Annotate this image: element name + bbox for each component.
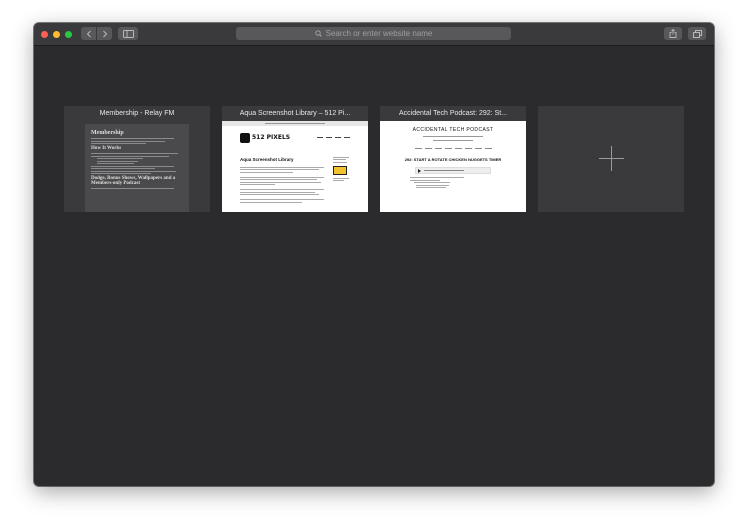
tab-preview: 512 PIXELS Aqua Screenshot Library (222, 121, 368, 212)
preview-section: How It Works (91, 146, 122, 151)
new-tab-button[interactable] (538, 106, 684, 212)
preview-section: Dodge, Bonus Shows, Wallpapers and a Mem… (91, 176, 176, 186)
search-icon (314, 30, 322, 37)
tab-overview: Membership - Relay FM Membership How It … (34, 46, 714, 486)
address-placeholder: Search or enter website name (325, 29, 433, 38)
sidebar-button[interactable] (118, 27, 138, 40)
preview-episode-title: 292: START A ROTATE CHICKEN NUGGETS TIME… (404, 157, 502, 162)
address-bar[interactable]: Search or enter website name (236, 27, 511, 40)
browser-window: Search or enter website name Membership … (34, 23, 714, 486)
forward-button[interactable] (97, 27, 112, 40)
chevron-left-icon (86, 30, 91, 37)
tab-card-atp[interactable]: Accidental Tech Podcast: 292: St... ACCI… (380, 106, 526, 212)
back-button[interactable] (81, 27, 96, 40)
tab-title: Membership - Relay FM (99, 110, 175, 117)
tab-title: Accidental Tech Podcast: 292: St... (398, 110, 508, 117)
tab-preview: Membership How It Works Dodge, Bonus Sho… (64, 121, 210, 212)
preview-site-title: ACCIDENTAL TECH PODCAST (412, 127, 494, 133)
share-button[interactable] (664, 27, 682, 40)
tab-overview-button[interactable] (688, 27, 706, 40)
chevron-right-icon (102, 30, 107, 37)
tab-preview: ACCIDENTAL TECH PODCAST 292: START A ROT… (380, 121, 526, 212)
tab-card-relay[interactable]: Membership - Relay FM Membership How It … (64, 106, 210, 212)
zoom-button[interactable] (65, 31, 72, 38)
nav-buttons (81, 27, 112, 40)
tab-title: Aqua Screenshot Library – 512 Pi... (239, 110, 351, 117)
close-button[interactable] (41, 31, 48, 38)
tab-card-512pixels[interactable]: Aqua Screenshot Library – 512 Pi... 512 … (222, 106, 368, 212)
share-icon (669, 29, 677, 38)
preview-heading: Aqua Screenshot Library (240, 157, 294, 162)
minimize-button[interactable] (53, 31, 60, 38)
preview-heading: Membership (91, 130, 124, 136)
tab-overview-icon (692, 29, 702, 38)
site-logo: 512 PIXELS (240, 133, 290, 143)
sidebar-icon (122, 29, 134, 38)
toolbar: Search or enter website name (34, 23, 714, 46)
